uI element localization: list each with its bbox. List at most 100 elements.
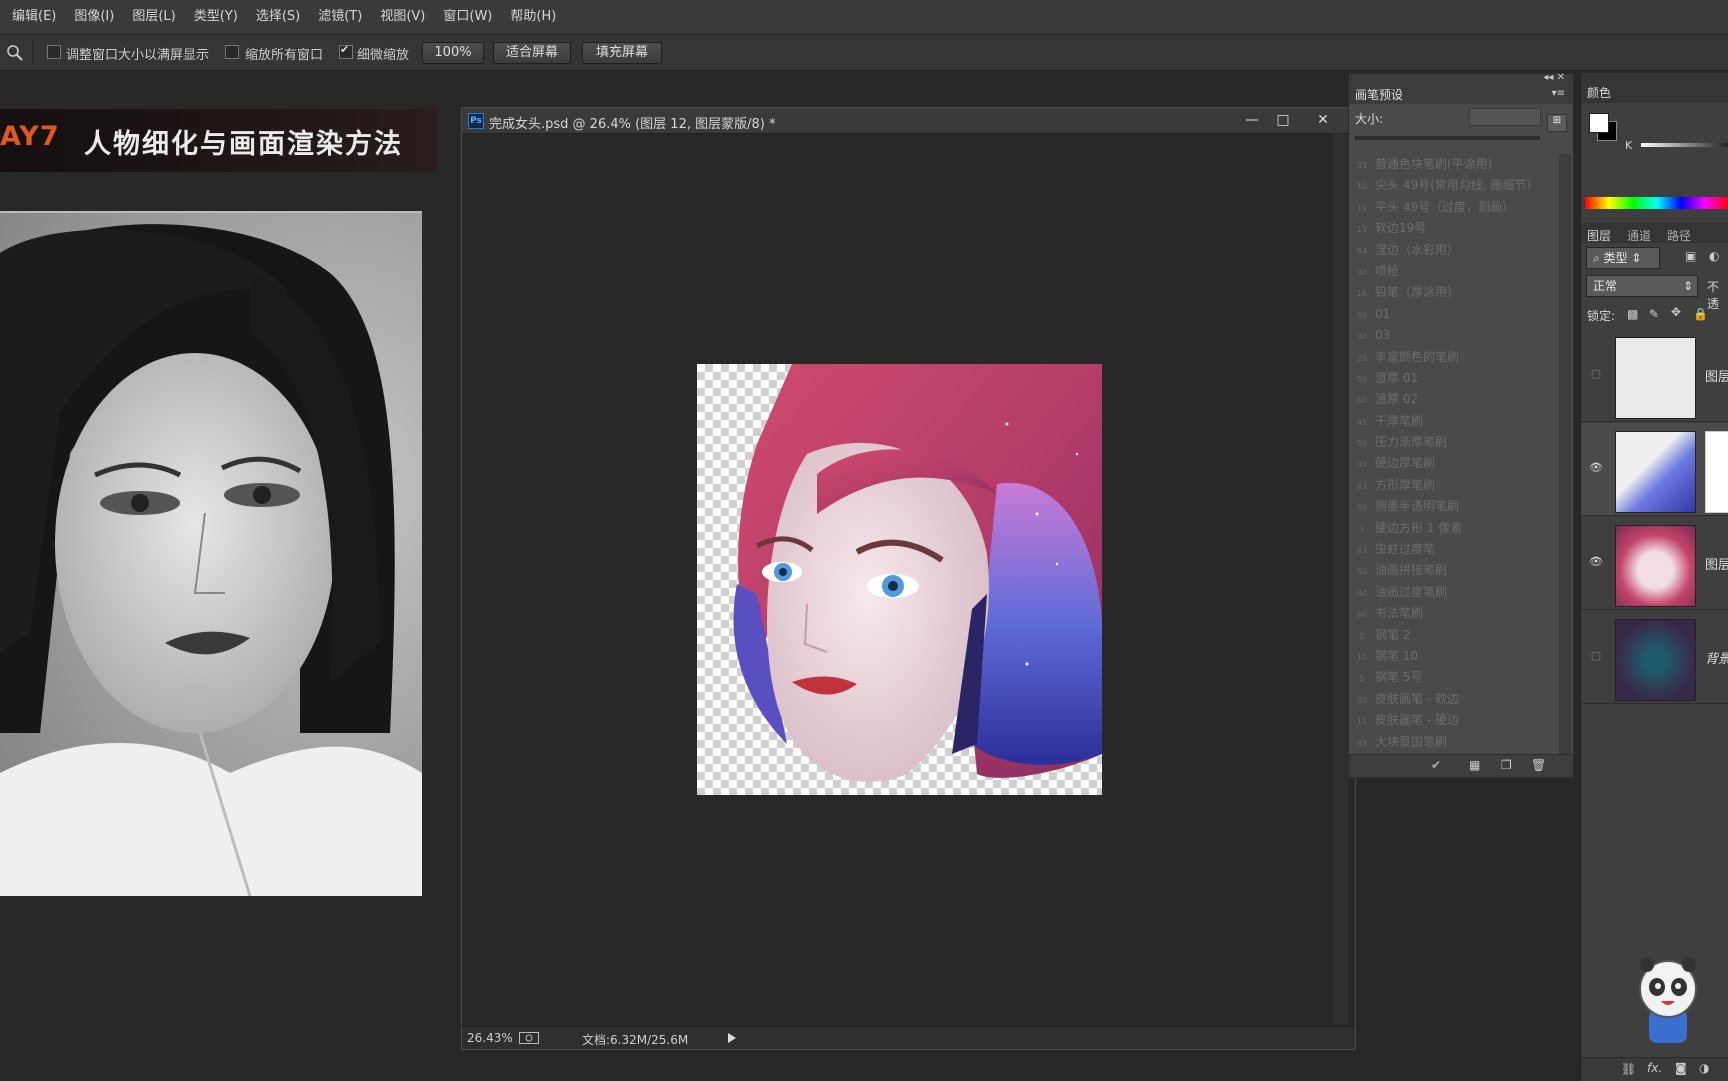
brush-size: 63: [1356, 481, 1368, 491]
image-filter-icon[interactable]: ▣: [1685, 249, 1696, 263]
vertical-scrollbar[interactable]: [1334, 134, 1348, 1024]
mask-icon[interactable]: ◙: [1675, 1061, 1687, 1075]
lock-position-icon[interactable]: ✥: [1671, 305, 1681, 319]
brush-preset-item[interactable]: 63 方形厚笔刷: [1349, 475, 1557, 496]
brush-name: 普通色块笔刷(平涂用): [1375, 157, 1493, 171]
brush-preset-item[interactable]: 50 压力渐厚笔刷: [1349, 432, 1557, 453]
brush-size: 48: [1356, 738, 1368, 748]
adjustment-filter-icon[interactable]: ◐: [1709, 249, 1719, 263]
zoom-all-checkbox[interactable]: [225, 45, 239, 59]
layer-row[interactable]: ▢ 图层: [1581, 329, 1728, 422]
brush-preset-item[interactable]: 30 03: [1349, 325, 1557, 346]
delete-brush-icon[interactable]: 🗑: [1531, 758, 1546, 772]
minimize-button[interactable]: —: [1242, 111, 1262, 129]
brush-preset-item[interactable]: 64 湿边（水彩用）: [1349, 240, 1557, 261]
fill-screen-button[interactable]: 填充屏幕: [582, 42, 662, 64]
brush-preset-item[interactable]: 1 硬边方形 1 像素: [1349, 518, 1557, 539]
menu-type[interactable]: 类型(Y): [185, 0, 247, 34]
eye-icon[interactable]: 👁: [1589, 555, 1603, 569]
menu-select[interactable]: 选择(S): [247, 0, 309, 34]
resize-windows-checkbox[interactable]: [47, 45, 61, 59]
brush-preset-item[interactable]: 40 油画拼接笔刷: [1349, 560, 1557, 581]
adjustment-icon[interactable]: ◑: [1699, 1061, 1709, 1075]
layer-mask-thumbnail[interactable]: [1705, 431, 1728, 513]
brush-preset-item[interactable]: 13 软边19号: [1349, 218, 1557, 239]
lock-all-icon[interactable]: 🔒: [1693, 307, 1708, 321]
tab-paths[interactable]: 路径: [1667, 227, 1691, 244]
brush-preset-item[interactable]: 25 丰富颜色的笔刷: [1349, 347, 1557, 368]
layer-filter-select[interactable]: ⌕ 类型 ⇕: [1586, 247, 1660, 269]
zoom-icon[interactable]: [6, 44, 24, 62]
menu-view[interactable]: 视图(V): [371, 0, 434, 34]
layer-row[interactable]: ▢ 背景: [1581, 611, 1728, 704]
tab-color[interactable]: 颜色: [1587, 84, 1611, 101]
brush-size: 50: [1356, 439, 1368, 449]
tab-brush-presets[interactable]: 画笔预设: [1355, 86, 1403, 103]
toggle-brush-panel-icon[interactable]: ✔: [1431, 758, 1441, 772]
brush-list-scrollbar[interactable]: [1559, 154, 1571, 754]
blend-mode-select[interactable]: 正常 ⇕: [1586, 275, 1698, 297]
brush-preset-item[interactable]: 16 铅笔（厚涂用）: [1349, 282, 1557, 303]
visibility-toggle[interactable]: ▢: [1589, 367, 1603, 381]
brush-panel-icon[interactable]: ▦: [1469, 758, 1480, 772]
brush-name: 喷枪: [1375, 263, 1400, 278]
brush-size: 30: [1356, 267, 1368, 277]
eye-icon[interactable]: 👁: [1589, 461, 1603, 475]
lock-pixels-icon[interactable]: ✎: [1649, 307, 1659, 321]
layer-row[interactable]: 👁 图层: [1581, 517, 1728, 610]
tab-channels[interactable]: 通道: [1627, 227, 1651, 244]
brush-preset-item[interactable]: 5 钢笔 5号: [1349, 667, 1557, 688]
scrubby-zoom-checkbox[interactable]: [339, 43, 353, 59]
brush-preset-item[interactable]: 35 普通色块笔刷(平涂用): [1349, 154, 1557, 175]
brush-preset-item[interactable]: 19 平头 49号（过度，刻画）: [1349, 197, 1557, 218]
zoom-level[interactable]: 26.43%: [467, 1031, 513, 1045]
layer-row-selected[interactable]: 👁: [1581, 423, 1728, 516]
brush-preset-item[interactable]: 5 钢笔 2: [1349, 625, 1557, 646]
lock-transparency-icon[interactable]: ▩: [1627, 307, 1638, 321]
banner-day: AY7: [0, 121, 60, 152]
menu-window[interactable]: 窗口(W): [434, 0, 501, 34]
brush-preset-item[interactable]: 11 皮肤画笔 - 硬边: [1349, 710, 1557, 731]
new-brush-icon[interactable]: ⊞: [1547, 114, 1567, 132]
visibility-toggle[interactable]: ▢: [1589, 649, 1603, 663]
close-button[interactable]: ✕: [1313, 111, 1333, 129]
create-brush-icon[interactable]: ❐: [1501, 758, 1512, 772]
fit-screen-button[interactable]: 适合屏幕: [493, 42, 571, 64]
menu-image[interactable]: 图像(I): [65, 0, 123, 34]
brush-preset-item[interactable]: 30 侧墨半透明笔刷: [1349, 496, 1557, 517]
document-titlebar[interactable]: Ps 完成女头.psd @ 26.4% (图层 12, 图层蒙版/8) * — …: [462, 108, 1355, 134]
k-slider[interactable]: [1641, 143, 1728, 147]
brush-preset-item[interactable]: 30 喷枪: [1349, 261, 1557, 282]
brush-preset-item[interactable]: 60 渲厚 02: [1349, 389, 1557, 410]
menu-filter[interactable]: 滤镜(T): [309, 0, 371, 34]
canvas-artwork[interactable]: [697, 364, 1102, 795]
brush-size-slider[interactable]: [1355, 136, 1540, 140]
foreground-color-swatch[interactable]: [1589, 113, 1609, 133]
zoom-100-button[interactable]: 100%: [422, 42, 484, 64]
brush-preset-item[interactable]: 10 钢笔 10: [1349, 646, 1557, 667]
layer-filter-value: 类型: [1603, 251, 1628, 265]
brush-preset-item[interactable]: 45 干厚笔刷: [1349, 411, 1557, 432]
brush-preset-item[interactable]: 60 书法笔刷: [1349, 603, 1557, 624]
tab-layers[interactable]: 图层: [1587, 227, 1611, 244]
menu-layer[interactable]: 图层(L): [123, 0, 184, 34]
status-menu-arrow-icon[interactable]: [728, 1033, 736, 1043]
brush-preset-item[interactable]: 50 渲厚 01: [1349, 368, 1557, 389]
collapse-icon[interactable]: ◂◂ ✕: [1543, 72, 1565, 83]
brush-size-field[interactable]: [1469, 108, 1541, 126]
brush-preset-item[interactable]: 40 油画过度笔刷: [1349, 582, 1557, 603]
brush-preset-item[interactable]: 40 硬边厚笔刷: [1349, 453, 1557, 474]
brush-preset-item[interactable]: 48 大块景国笔刷: [1349, 732, 1557, 753]
maximize-button[interactable]: □: [1273, 111, 1293, 129]
brush-preset-item[interactable]: 30 01: [1349, 304, 1557, 325]
panel-menu-icon[interactable]: ▾≡: [1552, 88, 1565, 99]
brush-preset-item[interactable]: 63 虫蛀过度笔: [1349, 539, 1557, 560]
fx-icon[interactable]: fx.: [1647, 1061, 1662, 1075]
menu-edit[interactable]: 编辑(E): [0, 0, 65, 34]
menu-help[interactable]: 帮助(H): [501, 0, 565, 34]
color-spectrum[interactable]: [1585, 197, 1728, 209]
link-icon[interactable]: ⛓: [1621, 1062, 1636, 1076]
brush-preset-item[interactable]: 10 尖头 49号(常用勾线, 画细节): [1349, 175, 1557, 196]
proof-icon[interactable]: [519, 1032, 539, 1044]
brush-preset-item[interactable]: 30 皮肤画笔 - 软边: [1349, 689, 1557, 710]
